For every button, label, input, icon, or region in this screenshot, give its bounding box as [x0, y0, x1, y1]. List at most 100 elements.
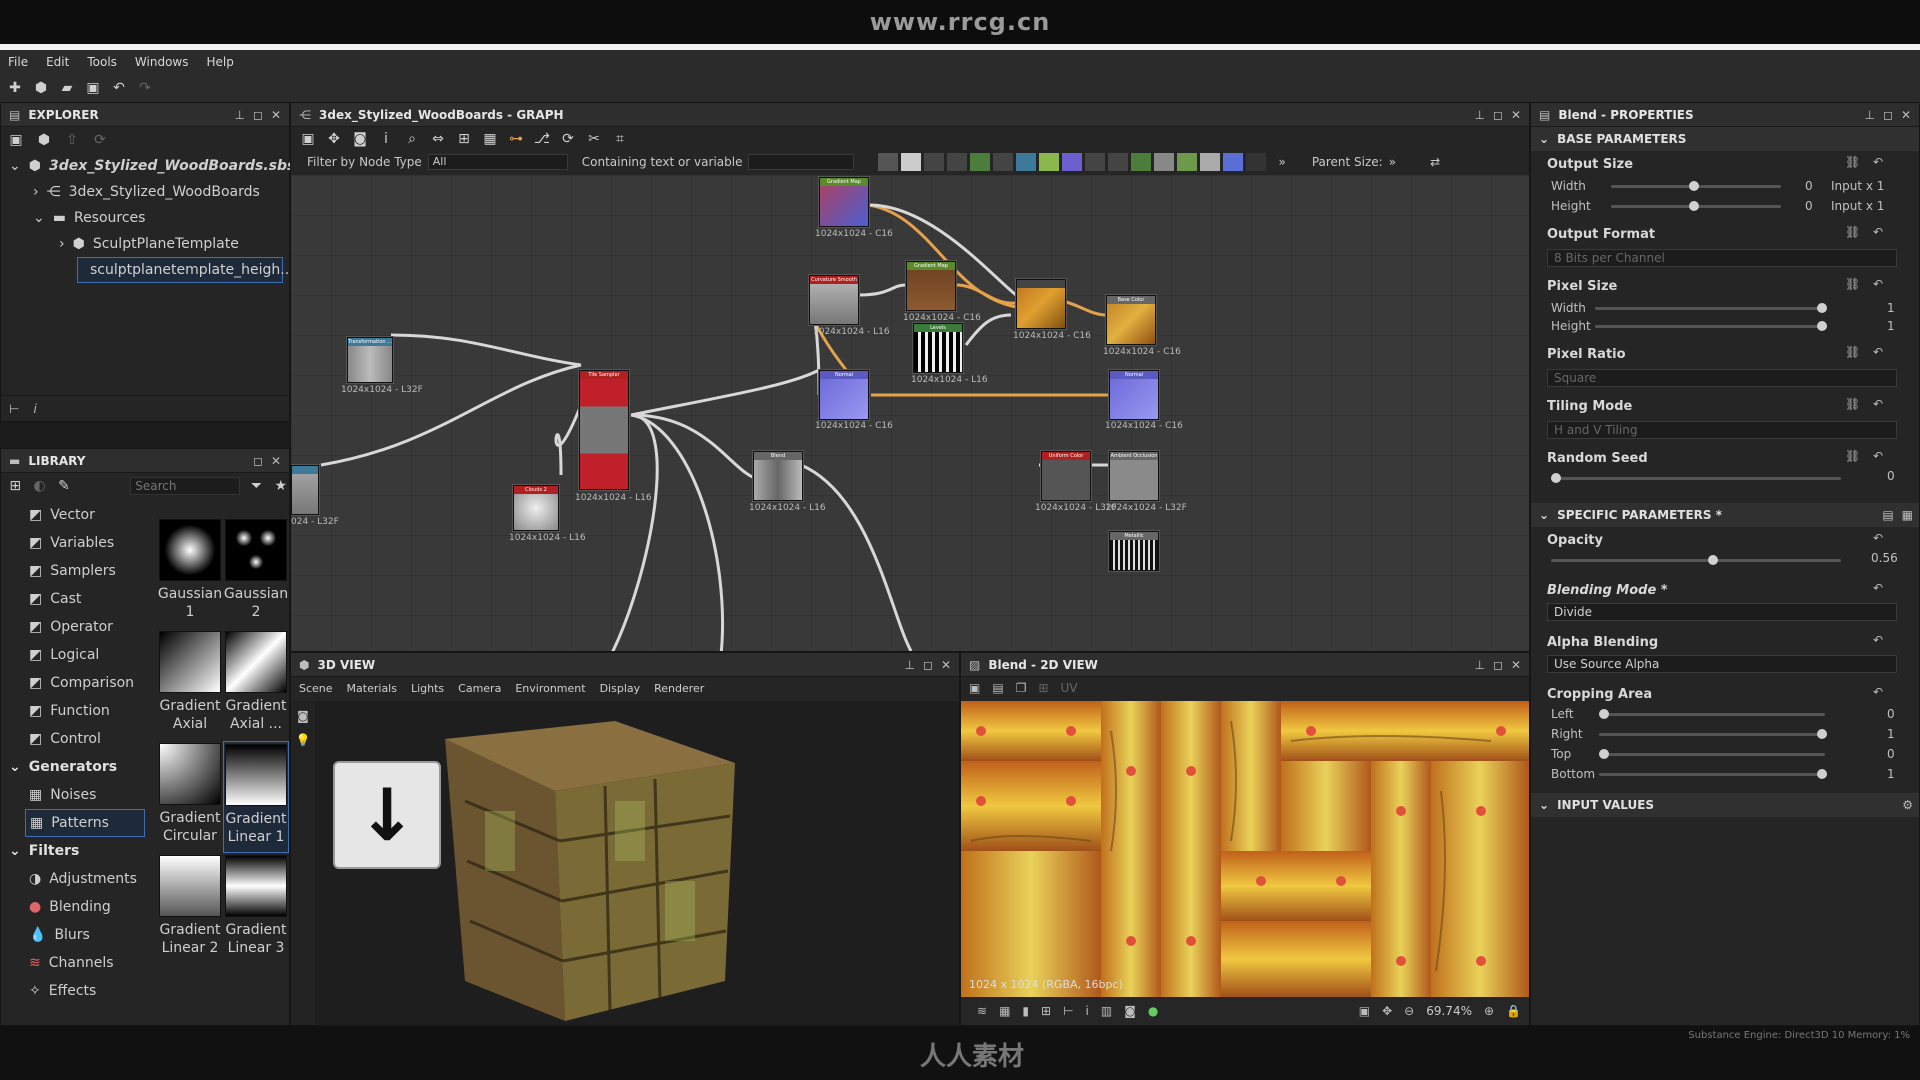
tiling-mode-select[interactable]: H and V Tiling	[1547, 421, 1897, 439]
thumb-gradient-axial-2[interactable]: Gradient Axial ...	[223, 629, 289, 741]
more-icon[interactable]: »	[1389, 155, 1396, 169]
blend-node-icon[interactable]	[924, 153, 945, 171]
link-settings-icon[interactable]: ⇄	[1430, 155, 1440, 169]
pixel-ratio-select[interactable]: Square	[1547, 369, 1897, 387]
close-icon[interactable]: ✕	[271, 454, 281, 468]
tree-resources[interactable]: ⌄ ▬ Resources	[1, 205, 289, 231]
copy-icon[interactable]: ❐	[1016, 681, 1027, 695]
hsl-node-icon[interactable]	[1062, 153, 1083, 171]
grayscale-node-icon[interactable]	[1085, 153, 1106, 171]
pixel-width-slider[interactable]	[1595, 303, 1827, 313]
crop-left-value[interactable]: 0	[1887, 707, 1895, 721]
cat-vector[interactable]: ◩ Vector	[1, 501, 151, 529]
node-blend[interactable]: Blend	[753, 451, 803, 501]
color-wheel-icon[interactable]: ●	[1148, 1004, 1158, 1018]
cat-patterns[interactable]: ▦ Patterns	[25, 809, 145, 837]
zoom-icon[interactable]: ⌕	[403, 131, 421, 147]
menu-renderer[interactable]: Renderer	[654, 682, 704, 695]
node-base-color-output[interactable]: Base Color	[1106, 295, 1156, 345]
input-node-icon[interactable]	[1131, 153, 1152, 171]
crop-top-value[interactable]: 0	[1887, 747, 1895, 761]
cat-blurs[interactable]: 💧 Blurs	[1, 921, 151, 949]
output-node-icon[interactable]	[1108, 153, 1129, 171]
tiling-icon[interactable]: ⊞	[1038, 681, 1048, 695]
new-package-icon[interactable]: ✚	[6, 80, 24, 96]
base-parameters-section[interactable]: ⌄ BASE PARAMETERS	[1531, 127, 1919, 151]
thumb-gaussian-2[interactable]: Gaussian 2	[223, 517, 289, 629]
filter-off-icon[interactable]: ◐	[31, 478, 47, 494]
branch-icon[interactable]: ⎇	[533, 131, 551, 147]
move-icon[interactable]: ✥	[325, 131, 343, 147]
link-icon[interactable]: ⛓	[1845, 277, 1860, 291]
close-icon[interactable]: ✕	[1901, 108, 1911, 122]
open-folder-icon[interactable]: ▰	[58, 80, 76, 96]
zoom-in-icon[interactable]: ⊕	[1484, 1004, 1494, 1018]
float-icon[interactable]: ◻	[253, 454, 263, 468]
redo-icon[interactable]: ↷	[136, 80, 154, 96]
sharpen-node-icon[interactable]	[1200, 153, 1221, 171]
cat-effects[interactable]: ✧ Effects	[1, 977, 151, 1005]
graph-icon[interactable]: ⬢	[35, 132, 53, 148]
reset-icon[interactable]: ↶	[1873, 277, 1883, 291]
close-icon[interactable]: ✕	[1511, 108, 1521, 122]
tree-graph[interactable]: › ⋲ 3dex_Stylized_WoodBoards	[1, 179, 289, 205]
center-icon[interactable]: ✥	[1382, 1004, 1392, 1018]
slider-knob[interactable]	[1817, 321, 1827, 331]
slider-knob[interactable]	[1817, 769, 1827, 779]
float-icon[interactable]: ◻	[923, 658, 933, 672]
thumb-gradient-linear-3[interactable]: Gradient Linear 3	[223, 853, 289, 965]
opacity-value[interactable]: 0.56	[1871, 551, 1898, 565]
containing-select[interactable]	[748, 154, 855, 170]
slider-knob[interactable]	[1817, 729, 1827, 739]
node-blend-color[interactable]	[1016, 279, 1066, 329]
preset-menu-icon[interactable]: ▦	[1902, 508, 1913, 522]
reset-icon[interactable]: ↶	[1873, 531, 1883, 545]
slider-knob[interactable]	[1599, 749, 1609, 759]
histogram-icon[interactable]: ▥	[1101, 1004, 1112, 1018]
channel-icon[interactable]: ▮	[1022, 1004, 1029, 1018]
pin-icon[interactable]: ⊥	[905, 658, 915, 672]
crop-right-value[interactable]: 1	[1887, 727, 1895, 741]
cat-function[interactable]: ◩ Function	[1, 697, 151, 725]
fit-icon[interactable]: ▣	[1359, 1004, 1370, 1018]
save-icon[interactable]: ▣	[84, 80, 102, 96]
uniform-node-icon[interactable]	[901, 153, 922, 171]
checker-icon[interactable]: ▦	[999, 1004, 1010, 1018]
cat-channels[interactable]: ≋ Channels	[1, 949, 151, 977]
filter-select[interactable]: All	[427, 154, 568, 170]
info-icon[interactable]: i	[33, 402, 36, 416]
cat-comparison[interactable]: ◩ Comparison	[1, 669, 151, 697]
info-icon[interactable]: i	[1086, 1004, 1089, 1018]
display-icon[interactable]: ◙	[1124, 1004, 1136, 1018]
reset-icon[interactable]: ↶	[1873, 345, 1883, 359]
grid-icon[interactable]: ⊞	[1041, 1004, 1051, 1018]
library-search-input[interactable]	[130, 477, 241, 495]
menu-lights[interactable]: Lights	[411, 682, 444, 695]
node-transformation[interactable]: Transformation ...	[347, 337, 393, 383]
layout-icon[interactable]: ⊞	[455, 131, 473, 147]
chevron-down-icon[interactable]: ⌄	[9, 158, 21, 174]
cat-noises[interactable]: ▦ Noises	[1, 781, 151, 809]
save-icon[interactable]: ▤	[992, 681, 1003, 695]
view2d-viewport[interactable]: 1024 x 1024 (RGBA, 16bpc)	[961, 701, 1529, 997]
undo-icon[interactable]: ↶	[110, 80, 128, 96]
reset-icon[interactable]: ↶	[1873, 225, 1883, 239]
cat-variables[interactable]: ◩ Variables	[1, 529, 151, 557]
node-partial-left[interactable]	[291, 465, 319, 515]
curve-node-icon[interactable]	[993, 153, 1014, 171]
node-metallic[interactable]: Metallic	[1109, 531, 1159, 571]
opacity-slider[interactable]	[1551, 555, 1841, 565]
float-icon[interactable]: ◻	[1493, 658, 1503, 672]
slider-knob[interactable]	[1689, 201, 1699, 211]
menu-help[interactable]: Help	[206, 55, 233, 69]
chevron-down-icon[interactable]: ⌄	[9, 759, 21, 775]
zoom-out-icon[interactable]: ⊖	[1404, 1004, 1414, 1018]
tree-template[interactable]: › ⬢ SculptPlaneTemplate	[1, 231, 289, 257]
pin-icon[interactable]: ⊥	[1865, 108, 1875, 122]
chevron-right-icon[interactable]: ›	[33, 184, 39, 200]
output-format-select[interactable]: 8 Bits per Channel	[1547, 249, 1897, 267]
menu-environment[interactable]: Environment	[515, 682, 585, 695]
specific-parameters-section[interactable]: ⌄ SPECIFIC PARAMETERS * ▤ ▦	[1531, 503, 1919, 527]
node-ambient-occlusion[interactable]: Ambient Occlusion	[1109, 451, 1159, 501]
height-value[interactable]: 0	[1805, 199, 1813, 213]
